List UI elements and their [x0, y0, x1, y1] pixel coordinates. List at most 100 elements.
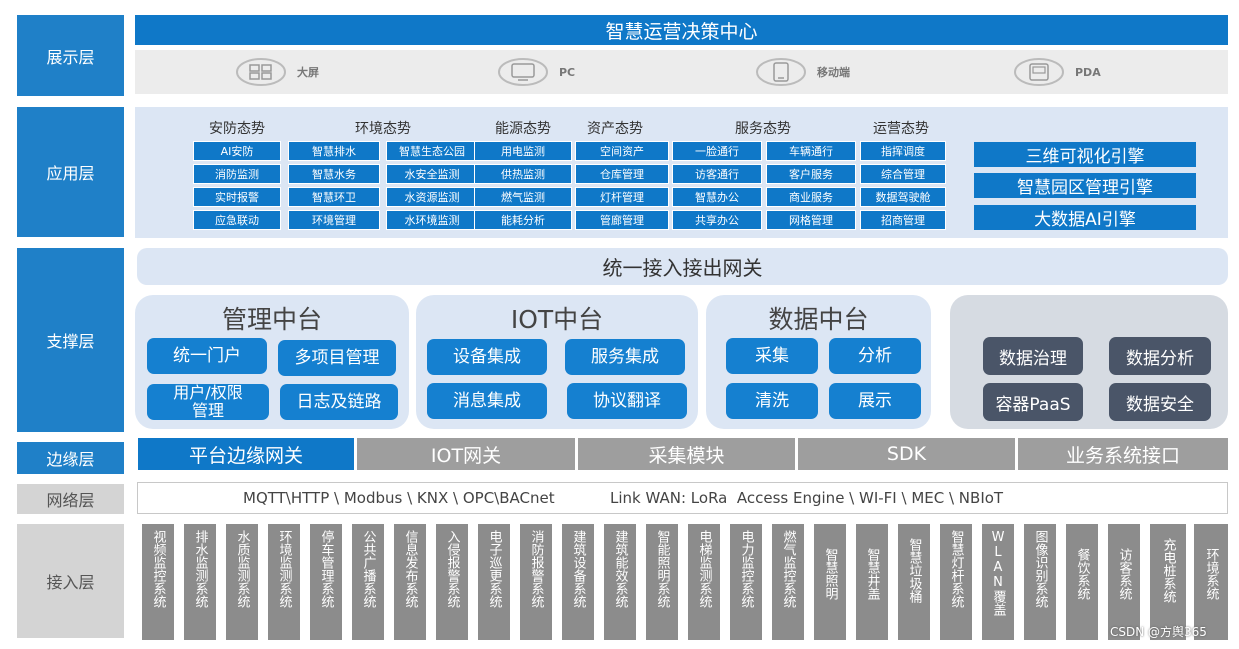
app-module[interactable]: 仓库管理	[575, 164, 669, 184]
multi-project-button[interactable]: 多项目管理	[278, 340, 396, 376]
access-system[interactable]: 智能照明系统	[646, 524, 678, 640]
edge-platform-gateway[interactable]: 平台边缘网关	[138, 438, 354, 470]
app-module[interactable]: 消防监测	[193, 164, 281, 184]
app-module[interactable]: 数据驾驶舱	[860, 187, 946, 207]
access-system[interactable]: 消防报警系统	[520, 524, 552, 640]
app-module[interactable]: 环境管理	[288, 210, 380, 230]
app-module[interactable]: 水安全监测	[386, 164, 478, 184]
access-system[interactable]: 停车管理系统	[310, 524, 342, 640]
access-system[interactable]: 电梯监测系统	[688, 524, 720, 640]
access-system[interactable]: 视频监控系统	[142, 524, 174, 640]
app-module[interactable]: 综合管理	[860, 164, 946, 184]
access-system-label: 入侵报警系统	[444, 530, 460, 608]
app-module[interactable]: AI安防	[193, 141, 281, 161]
pda-icon	[1014, 58, 1064, 86]
access-system-label: 环境监测系统	[276, 530, 292, 608]
edge-collection-module[interactable]: 采集模块	[578, 438, 795, 470]
app-module[interactable]: 招商管理	[860, 210, 946, 230]
engine-park-management[interactable]: 智慧园区管理引擎	[974, 173, 1196, 198]
layer-label-access: 接入层	[17, 524, 124, 638]
unified-portal-button[interactable]: 统一门户	[147, 338, 267, 374]
engine-3d-visualization[interactable]: 三维可视化引擎	[974, 142, 1196, 167]
access-system[interactable]: 排水监测系统	[184, 524, 216, 640]
access-system[interactable]: 入侵报警系统	[436, 524, 468, 640]
app-module[interactable]: 供热监测	[474, 164, 572, 184]
app-module[interactable]: 智慧排水	[288, 141, 380, 161]
access-system[interactable]: 建筑设备系统	[562, 524, 594, 640]
edge-sdk[interactable]: SDK	[798, 438, 1015, 470]
app-module[interactable]: 水环境监测	[386, 210, 478, 230]
analyze-button[interactable]: 分析	[829, 338, 921, 374]
collect-button[interactable]: 采集	[726, 338, 818, 374]
access-system[interactable]: 图像识别系统	[1024, 524, 1056, 640]
access-system-label: 餐饮系统	[1074, 548, 1090, 600]
app-module[interactable]: 商业服务	[766, 187, 856, 207]
app-module[interactable]: 燃气监测	[474, 187, 572, 207]
access-system[interactable]: 环境监测系统	[268, 524, 300, 640]
category-service: 服务态势	[735, 121, 791, 137]
access-system[interactable]: 建筑能效系统	[604, 524, 636, 640]
protocol-translation-button[interactable]: 协议翻译	[567, 383, 687, 419]
management-hub-title: 管理中台	[221, 305, 322, 334]
app-module[interactable]: 指挥调度	[860, 141, 946, 161]
app-module[interactable]: 一脸通行	[672, 141, 762, 161]
app-module[interactable]: 智慧环卫	[288, 187, 380, 207]
container-paas-button[interactable]: 容器PaaS	[983, 383, 1083, 421]
access-system[interactable]: 智慧照明	[814, 524, 846, 640]
app-module[interactable]: 应急联动	[193, 210, 281, 230]
unified-gateway: 统一接入接出网关	[137, 248, 1228, 285]
access-system[interactable]: 电子巡更系统	[478, 524, 510, 640]
access-system[interactable]: 智慧垃圾桶	[898, 524, 930, 640]
access-system-label: 公共广播系统	[360, 530, 376, 608]
app-module[interactable]: 共享办公	[672, 210, 762, 230]
access-system[interactable]: 餐饮系统	[1066, 524, 1098, 640]
access-system[interactable]: 智慧灯杆系统	[940, 524, 972, 640]
display-button[interactable]: 展示	[829, 383, 921, 419]
app-module[interactable]: 客户服务	[766, 164, 856, 184]
data-security-button[interactable]: 数据安全	[1109, 383, 1211, 421]
device-integration-button[interactable]: 设备集成	[427, 339, 547, 375]
terminal-label: 大屏	[297, 66, 319, 79]
layer-label-application: 应用层	[17, 107, 124, 237]
app-module[interactable]: 管廊管理	[575, 210, 669, 230]
access-system-label: 智慧照明	[822, 548, 838, 600]
app-module[interactable]: 智慧水务	[288, 164, 380, 184]
app-module[interactable]: 灯杆管理	[575, 187, 669, 207]
access-system[interactable]: 智慧井盖	[856, 524, 888, 640]
clean-button[interactable]: 清洗	[726, 383, 818, 419]
access-system[interactable]: 公共广播系统	[352, 524, 384, 640]
access-system-label: 建筑设备系统	[570, 530, 586, 608]
app-module[interactable]: 车辆通行	[766, 141, 856, 161]
access-system[interactable]: WLAN覆盖	[982, 524, 1014, 640]
access-system[interactable]: 燃气监控系统	[772, 524, 804, 640]
data-analysis-button[interactable]: 数据分析	[1109, 337, 1211, 375]
mobile-icon	[756, 58, 806, 86]
message-integration-button[interactable]: 消息集成	[427, 383, 547, 419]
log-trace-button[interactable]: 日志及链路	[280, 384, 398, 420]
service-integration-button[interactable]: 服务集成	[565, 339, 685, 375]
app-module[interactable]: 能耗分析	[474, 210, 572, 230]
big-screen-icon	[236, 58, 286, 86]
app-module[interactable]: 访客通行	[672, 164, 762, 184]
app-module[interactable]: 实时报警	[193, 187, 281, 207]
user-permission-button[interactable]: 用户/权限 管理	[147, 384, 269, 420]
terminal-big-screen: 大屏	[235, 57, 319, 87]
access-system[interactable]: 信息发布系统	[394, 524, 426, 640]
access-system[interactable]: 水质监测系统	[226, 524, 258, 640]
app-module[interactable]: 用电监测	[474, 141, 572, 161]
access-system-label: WLAN覆盖	[990, 530, 1006, 616]
data-governance-button[interactable]: 数据治理	[983, 337, 1083, 375]
access-system[interactable]: 电力监控系统	[730, 524, 762, 640]
access-system-label: 排水监测系统	[192, 530, 208, 608]
app-module[interactable]: 水资源监测	[386, 187, 478, 207]
engine-bigdata-ai[interactable]: 大数据AI引擎	[974, 205, 1196, 230]
app-module[interactable]: 空间资产	[575, 141, 669, 161]
access-system-label: 水质监测系统	[234, 530, 250, 608]
app-module[interactable]: 网格管理	[766, 210, 856, 230]
edge-business-interface[interactable]: 业务系统接口	[1018, 438, 1228, 470]
decision-center-title: 智慧运营决策中心	[135, 15, 1228, 45]
app-module[interactable]: 智慧办公	[672, 187, 762, 207]
edge-iot-gateway[interactable]: IOT网关	[357, 438, 575, 470]
app-module[interactable]: 智慧生态公园	[386, 141, 478, 161]
access-system-label: 智慧灯杆系统	[948, 530, 964, 608]
